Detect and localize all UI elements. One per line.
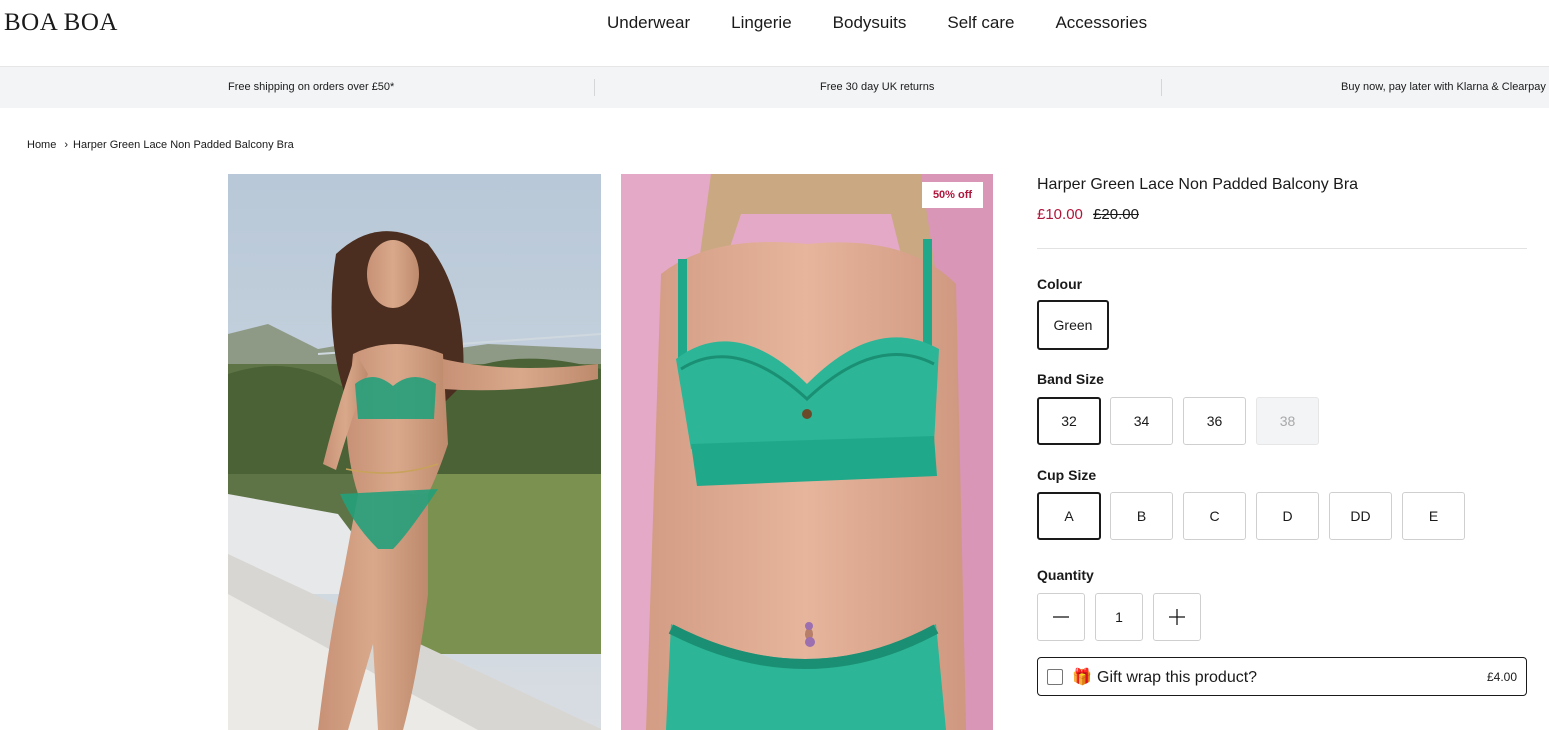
cup-size-e[interactable]: E <box>1402 492 1465 540</box>
cup-size-d[interactable]: D <box>1256 492 1319 540</box>
band-size-32[interactable]: 32 <box>1037 397 1101 445</box>
plus-icon <box>1169 609 1185 625</box>
band-size-36[interactable]: 36 <box>1183 397 1246 445</box>
product-image-1[interactable] <box>228 174 601 730</box>
cup-size-b[interactable]: B <box>1110 492 1173 540</box>
minus-icon <box>1053 616 1069 618</box>
nav-bodysuits[interactable]: Bodysuits <box>833 13 907 33</box>
product-image-2[interactable] <box>621 174 993 730</box>
product-price: £10.00 £20.00 <box>1037 206 1139 223</box>
nav-lingerie[interactable]: Lingerie <box>731 13 792 33</box>
band-size-34[interactable]: 34 <box>1110 397 1173 445</box>
brand-logo[interactable]: BOA BOA <box>4 9 118 37</box>
colour-option-green[interactable]: Green <box>1037 300 1109 350</box>
nav-underwear[interactable]: Underwear <box>607 13 690 33</box>
cup-size-label: Cup Size <box>1037 467 1097 483</box>
quantity-label: Quantity <box>1037 567 1094 583</box>
sale-price: £10.00 <box>1037 206 1083 223</box>
discount-badge: 50% off <box>922 182 983 208</box>
breadcrumb-current: Harper Green Lace Non Padded Balcony Bra <box>73 139 294 151</box>
breadcrumb-separator: › <box>64 139 69 151</box>
site-header: BOA BOA Underwear Lingerie Bodysuits Sel… <box>0 0 1549 67</box>
breadcrumb: Home › Harper Green Lace Non Padded Balc… <box>27 139 294 151</box>
usp-klarna: Buy now, pay later with Klarna & Clearpa… <box>1341 81 1546 93</box>
gift-wrap-checkbox[interactable] <box>1047 669 1063 685</box>
gift-wrap-option[interactable]: 🎁 Gift wrap this product? £4.00 <box>1037 657 1527 696</box>
usp-shipping: Free shipping on orders over £50* <box>228 81 395 93</box>
quantity-decrease-button[interactable] <box>1037 593 1085 641</box>
usp-divider <box>1161 79 1162 96</box>
cup-size-a[interactable]: A <box>1037 492 1101 540</box>
product-title: Harper Green Lace Non Padded Balcony Bra <box>1037 176 1359 193</box>
divider <box>1037 248 1527 249</box>
gift-wrap-price: £4.00 <box>1486 670 1517 684</box>
compare-price: £20.00 <box>1093 206 1139 223</box>
cup-size-dd[interactable]: DD <box>1329 492 1392 540</box>
main-nav: Underwear Lingerie Bodysuits Self care A… <box>607 13 1188 33</box>
cup-size-c[interactable]: C <box>1183 492 1246 540</box>
usp-divider <box>594 79 595 96</box>
band-size-38[interactable]: 38 <box>1256 397 1319 445</box>
breadcrumb-home[interactable]: Home <box>27 139 56 151</box>
usp-returns: Free 30 day UK returns <box>820 81 935 93</box>
band-size-label: Band Size <box>1037 371 1104 387</box>
quantity-input[interactable]: 1 <box>1095 593 1143 641</box>
gift-icon: 🎁 <box>1072 669 1092 686</box>
gift-wrap-label: Gift wrap this product? <box>1097 669 1258 686</box>
quantity-increase-button[interactable] <box>1153 593 1201 641</box>
product-photo-terrace <box>228 174 601 730</box>
nav-accessories[interactable]: Accessories <box>1055 13 1147 33</box>
colour-label: Colour <box>1037 276 1083 292</box>
nav-self-care[interactable]: Self care <box>947 13 1014 33</box>
product-photo-closeup <box>621 174 993 730</box>
usp-bar: Free shipping on orders over £50* Free 3… <box>0 67 1549 108</box>
